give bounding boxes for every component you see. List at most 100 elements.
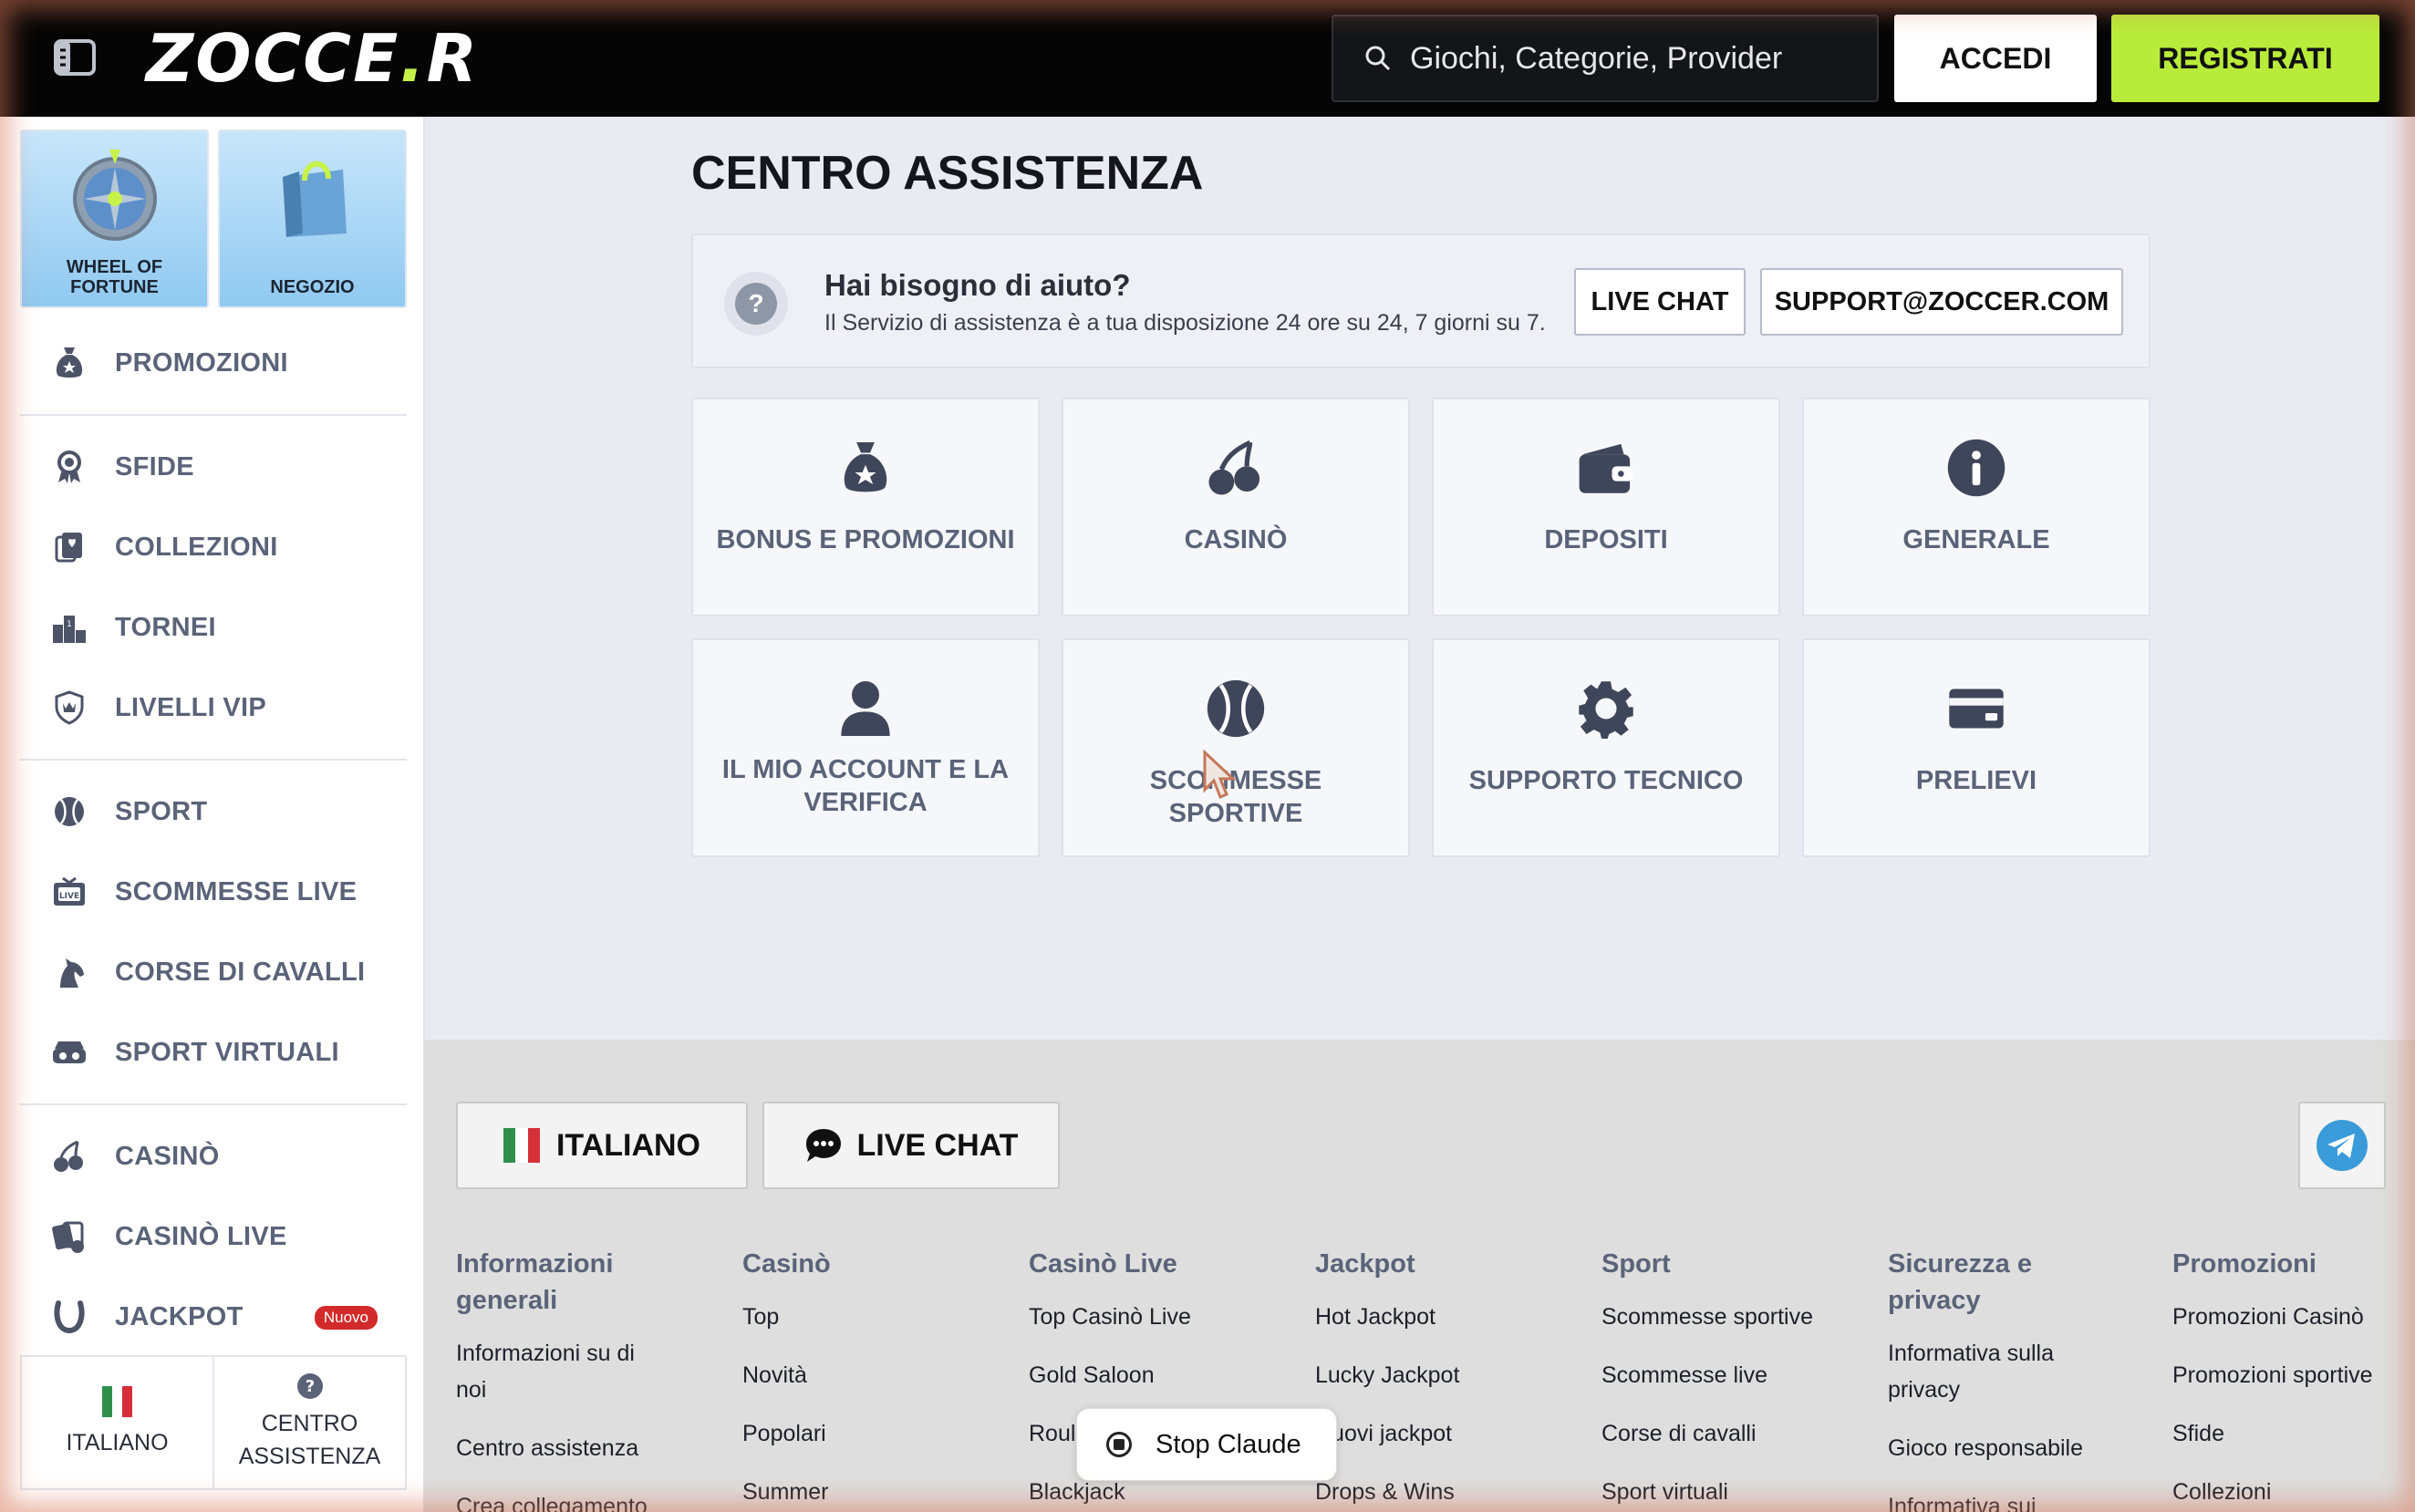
footer-column-informazioni: Informazioni generali Informazioni su di… <box>456 1246 666 1512</box>
shield-crown-icon <box>51 689 88 726</box>
wheel-of-fortune-tile[interactable]: WHEEL OF FORTUNE <box>20 129 209 308</box>
footer-link[interactable]: Scommesse live <box>1601 1357 1875 1393</box>
footer-heading: Casinò <box>742 1249 831 1279</box>
zoccer-logo[interactable]: ZOCCE.R <box>146 20 479 97</box>
sidebar-item-tornei[interactable]: 1 TORNEI <box>20 587 407 668</box>
sidebar-item-sfide[interactable]: SFIDE <box>20 427 407 507</box>
baseball-icon <box>1206 677 1266 740</box>
divider <box>20 1103 407 1105</box>
footer-heading: Promozioni <box>2172 1249 2317 1279</box>
mouse-cursor-icon <box>1203 750 1237 799</box>
footer-link[interactable]: Summer <box>742 1474 1016 1510</box>
sidebar-nav: PROMOZIONI SFIDE COLLEZIONI 1 TORNEI LIV… <box>20 323 407 1357</box>
podium-icon: 1 <box>51 609 88 646</box>
sidebar-item-label: CASINÒ <box>115 1141 220 1171</box>
sidebar-item-label: CORSE DI CAVALLI <box>115 957 366 987</box>
footer-heading: Sicurezza e privacy <box>1888 1249 2032 1315</box>
live-tv-icon: LIVE <box>51 874 88 910</box>
sidebar-item-label: PROMOZIONI <box>115 347 288 378</box>
page-title: CENTRO ASSISTENZA <box>691 147 1204 200</box>
footer-link[interactable]: Gold Saloon <box>1029 1357 1302 1393</box>
register-button[interactable]: REGISTRATI <box>2111 15 2379 102</box>
footer: ITALIANO LIVE CHAT Informazioni generali… <box>425 1040 2415 1512</box>
footer-link[interactable]: Hot Jackpot <box>1315 1299 1589 1335</box>
search-input[interactable]: Giochi, Categorie, Provider <box>1332 15 1879 102</box>
svg-text:?: ? <box>305 1377 314 1396</box>
category-prelievi[interactable]: PRELIEVI <box>1802 638 2151 857</box>
footer-live-chat-button[interactable]: LIVE CHAT <box>762 1102 1060 1189</box>
sidebar-item-corse-di-cavalli[interactable]: CORSE DI CAVALLI <box>20 932 407 1012</box>
sidebar-toggle-icon[interactable] <box>51 36 98 78</box>
footer-link[interactable]: Nuovi jackpot <box>1315 1415 1589 1452</box>
footer-link[interactable]: Novità <box>742 1357 1016 1393</box>
stop-claude-label: Stop Claude <box>1156 1429 1301 1459</box>
login-button[interactable]: ACCEDI <box>1894 15 2097 102</box>
baseball-icon <box>51 793 88 830</box>
cherries-icon <box>51 1138 88 1175</box>
sidebar-item-promozioni[interactable]: PROMOZIONI <box>20 323 407 403</box>
footer-link[interactable]: Promozioni sportive <box>2172 1357 2410 1393</box>
language-selector[interactable]: ITALIANO <box>22 1357 212 1488</box>
sidebar-item-scommesse-live[interactable]: LIVE SCOMMESSE LIVE <box>20 852 407 932</box>
footer-link[interactable]: Top Casinò Live <box>1029 1299 1302 1335</box>
category-account-verifica[interactable]: IL MIO ACCOUNT E LA VERIFICA <box>691 638 1040 857</box>
search-icon <box>1365 46 1391 71</box>
footer-link[interactable]: Sport virtuali <box>1601 1474 1875 1510</box>
help-banner: ? Hai bisogno di aiuto? Il Servizio di a… <box>691 233 2151 368</box>
category-label: IL MIO ACCOUNT E LA VERIFICA <box>721 755 1010 817</box>
category-supporto-tecnico[interactable]: SUPPORTO TECNICO <box>1432 638 1780 857</box>
svg-text:LIVE: LIVE <box>59 892 79 901</box>
sidebar-item-jackpot[interactable]: JACKPOT Nuovo <box>20 1277 407 1357</box>
stop-claude-button[interactable]: Stop Claude <box>1076 1408 1337 1481</box>
footer-language-button[interactable]: ITALIANO <box>456 1102 748 1189</box>
vr-headset-icon <box>51 1034 88 1071</box>
footer-link[interactable]: Informativa sulla privacy <box>1888 1335 2098 1408</box>
divider <box>20 759 407 761</box>
footer-link[interactable]: Drops & Wins <box>1315 1474 1589 1510</box>
info-icon <box>1946 436 2006 500</box>
sidebar-item-casino[interactable]: CASINÒ <box>20 1116 407 1196</box>
footer-link[interactable]: Sfide <box>2172 1415 2410 1452</box>
footer-link[interactable]: Corse di cavalli <box>1601 1415 1875 1452</box>
sidebar-item-sport-virtuali[interactable]: SPORT VIRTUALI <box>20 1012 407 1093</box>
shop-tile[interactable]: NEGOZIO <box>218 129 407 308</box>
sidebar-item-casino-live[interactable]: CASINÒ LIVE <box>20 1196 407 1277</box>
help-center-link[interactable]: ? CENTRO ASSISTENZA <box>212 1357 405 1488</box>
sidebar-item-label: CASINÒ LIVE <box>115 1221 287 1251</box>
category-depositi[interactable]: DEPOSITI <box>1432 398 1780 616</box>
footer-link[interactable]: Popolari <box>742 1415 1016 1452</box>
category-scommesse-sportive[interactable]: SCOMMESSE SPORTIVE <box>1062 638 1410 857</box>
sidebar-item-sport[interactable]: SPORT <box>20 772 407 852</box>
footer-link[interactable]: Gioco responsabile <box>1888 1430 2098 1466</box>
telegram-button[interactable] <box>2298 1102 2386 1189</box>
live-chat-button[interactable]: LIVE CHAT <box>1574 268 1746 336</box>
footer-link[interactable]: Informativa sui <box>1888 1488 2098 1512</box>
footer-link[interactable]: Promozioni Casinò <box>2172 1299 2410 1335</box>
footer-link[interactable]: Top <box>742 1299 1016 1335</box>
wallet-icon <box>1576 436 1636 500</box>
support-email-button[interactable]: SUPPORT@ZOCCER.COM <box>1760 268 2123 336</box>
category-generale[interactable]: GENERALE <box>1802 398 2151 616</box>
moneybag-icon <box>840 436 891 500</box>
footer-link[interactable]: Lucky Jackpot <box>1315 1357 1589 1393</box>
sidebar-item-livelli-vip[interactable]: LIVELLI VIP <box>20 668 407 748</box>
wheel-of-fortune-label: WHEEL OF FORTUNE <box>66 257 163 297</box>
category-casino[interactable]: CASINÒ <box>1062 398 1410 616</box>
footer-heading: Sport <box>1601 1249 1671 1279</box>
new-badge: Nuovo <box>314 1306 378 1330</box>
italy-flag-icon <box>503 1128 540 1163</box>
category-label: SUPPORTO TECNICO <box>1468 766 1744 795</box>
footer-link[interactable]: Crea collegamento <box>456 1488 666 1512</box>
question-icon: ? <box>296 1373 323 1399</box>
footer-link[interactable]: Informazioni su di noi <box>456 1335 666 1408</box>
shopping-bag-icon <box>282 161 347 237</box>
category-bonus-promozioni[interactable]: BONUS E PROMOZIONI <box>691 398 1040 616</box>
footer-link[interactable]: Centro assistenza <box>456 1430 666 1466</box>
footer-link[interactable]: Scommesse sportive <box>1601 1299 1875 1335</box>
sidebar-item-label: SFIDE <box>115 451 194 482</box>
sidebar: WHEEL OF FORTUNE NEGOZIO PROMOZIONI SFID… <box>0 117 425 1512</box>
category-label: CASINÒ <box>1184 525 1288 554</box>
sidebar-item-collezioni[interactable]: COLLEZIONI <box>20 507 407 587</box>
sidebar-item-label: SPORT <box>115 796 208 826</box>
footer-link[interactable]: Collezioni <box>2172 1474 2410 1510</box>
